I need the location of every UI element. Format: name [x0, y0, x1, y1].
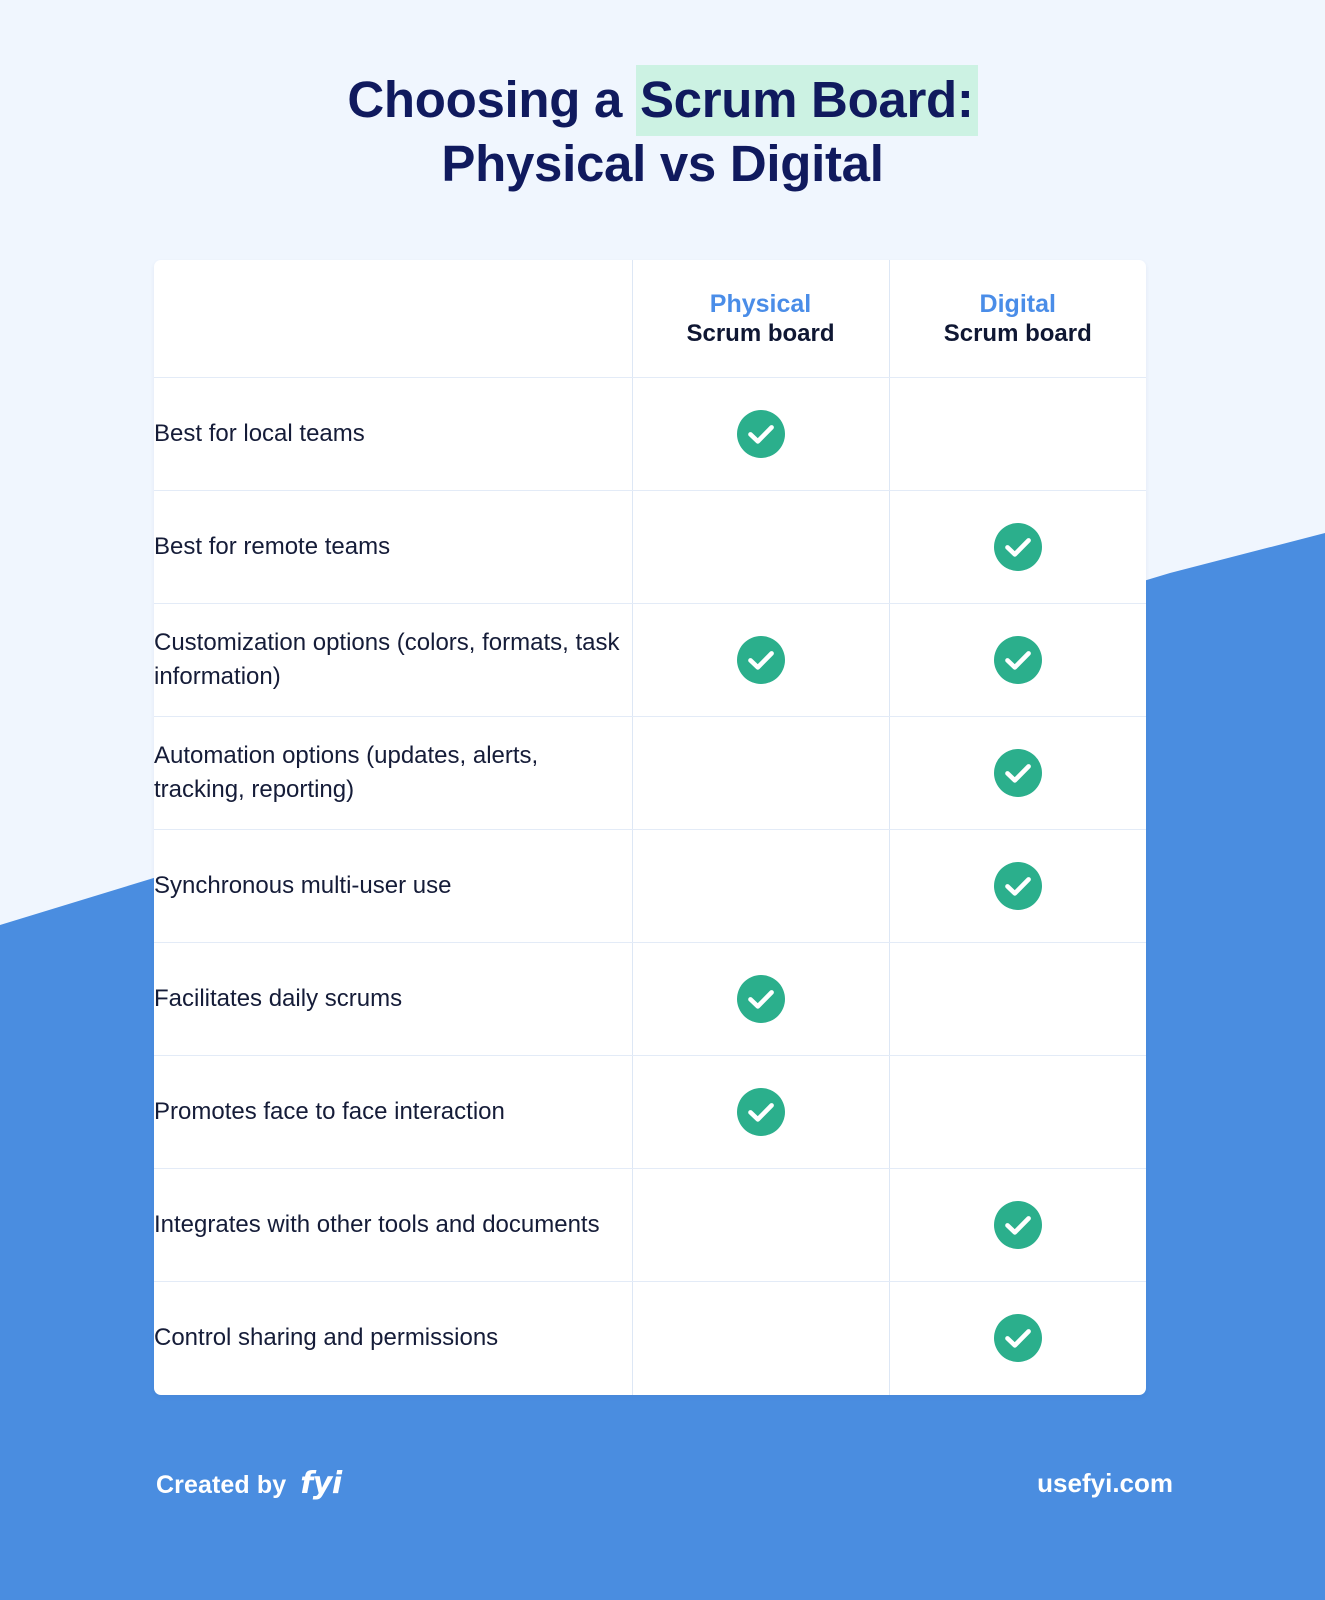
comparison-table-card: Physical Scrum board Digital Scrum board…: [154, 260, 1146, 1395]
table-row: Automation options (updates, alerts, tra…: [154, 716, 1146, 830]
header-digital-sub: Scrum board: [943, 320, 1092, 348]
cell-physical: [632, 942, 890, 1056]
row-feature-label: Integrates with other tools and document…: [154, 1168, 633, 1282]
cell-digital: [889, 1282, 1146, 1395]
check-circle-icon: [993, 636, 1042, 684]
column-header-feature: [154, 260, 633, 378]
column-header-physical: Physical Scrum board: [632, 260, 890, 378]
table-body: Best for local teams Best for remote team…: [154, 377, 1146, 1395]
page-footer: Created by fyi usefyi.com: [0, 1452, 1325, 1532]
cell-physical: [632, 829, 890, 943]
column-header-digital: Digital Scrum board: [889, 260, 1146, 378]
cell-digital: [889, 490, 1146, 604]
row-feature-label: Automation options (updates, alerts, tra…: [154, 716, 633, 830]
table-row: Facilitates daily scrums: [154, 942, 1146, 1056]
title-line-2: Physical vs Digital: [441, 135, 884, 192]
cell-physical: [632, 1055, 890, 1169]
check-circle-icon: [736, 975, 785, 1023]
cell-digital: [889, 1168, 1146, 1282]
row-feature-label: Customization options (colors, formats, …: [154, 603, 633, 717]
check-circle-icon: [993, 749, 1042, 797]
table-row: Synchronous multi-user use: [154, 829, 1146, 943]
row-feature-label: Facilitates daily scrums: [154, 942, 633, 1056]
row-feature-label: Synchronous multi-user use: [154, 829, 633, 943]
cell-physical: [632, 377, 890, 491]
cell-physical: [632, 1168, 890, 1282]
row-feature-label: Best for local teams: [154, 377, 633, 491]
check-circle-icon: [993, 1201, 1042, 1249]
cell-digital: [889, 716, 1146, 830]
title-line-1: Choosing a Scrum Board:: [0, 65, 1325, 136]
row-feature-label: Control sharing and permissions: [154, 1281, 633, 1395]
created-by-label: Created by: [156, 1471, 287, 1499]
check-circle-icon: [736, 636, 785, 684]
cell-digital: [889, 829, 1146, 943]
fyi-logo: fyi: [300, 1466, 342, 1501]
table-row: Best for local teams: [154, 377, 1146, 491]
page-title: Choosing a Scrum Board: Physical vs Digi…: [0, 65, 1325, 196]
header-digital-inner: Digital Scrum board: [890, 289, 1147, 349]
table-row: Integrates with other tools and document…: [154, 1168, 1146, 1282]
table-header: Physical Scrum board Digital Scrum board: [154, 260, 1146, 378]
table-row: Customization options (colors, formats, …: [154, 603, 1146, 717]
table-row: Best for remote teams: [154, 490, 1146, 604]
cell-digital: [889, 603, 1146, 717]
table-row: Control sharing and permissions: [154, 1281, 1146, 1395]
created-by-block: Created by fyi: [156, 1466, 342, 1501]
title-highlight: Scrum Board:: [635, 65, 978, 136]
check-circle-icon: [993, 523, 1042, 571]
cell-physical: [632, 603, 890, 717]
cell-physical: [632, 716, 890, 830]
cell-digital: [889, 377, 1146, 491]
table-row: Promotes face to face interaction: [154, 1055, 1146, 1169]
cell-physical: [632, 490, 890, 604]
check-circle-icon: [736, 1088, 785, 1136]
header-physical-sub: Scrum board: [686, 320, 835, 348]
cell-physical: [632, 1281, 890, 1395]
table-header-row: Physical Scrum board Digital Scrum board: [154, 260, 1146, 378]
check-circle-icon: [993, 862, 1042, 910]
header-physical-inner: Physical Scrum board: [633, 289, 889, 349]
header-digital-kind: Digital: [979, 289, 1056, 318]
site-url: usefyi.com: [1037, 1468, 1173, 1498]
header-physical-kind: Physical: [709, 289, 812, 318]
check-circle-icon: [993, 1314, 1042, 1363]
check-circle-icon: [736, 410, 785, 458]
row-feature-label: Promotes face to face interaction: [154, 1055, 633, 1169]
comparison-table: Physical Scrum board Digital Scrum board…: [154, 260, 1146, 1395]
cell-digital: [889, 1055, 1146, 1169]
cell-digital: [889, 942, 1146, 1056]
title-prefix: Choosing a: [347, 71, 636, 128]
row-feature-label: Best for remote teams: [154, 490, 633, 604]
